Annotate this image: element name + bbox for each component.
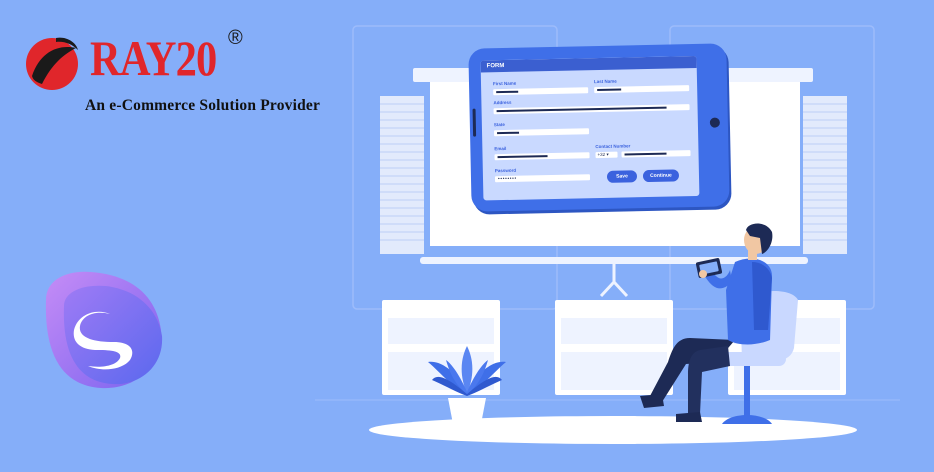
address-label: Address [493, 99, 512, 106]
window-blinds-left [380, 96, 424, 254]
tablet-device: FORM First Name Last Name Address State … [468, 43, 731, 215]
brand-logo-block: RAY20 ® An e-Commerce Solution Provider [22, 27, 320, 123]
country-code-value: +32 [597, 151, 606, 158]
last-name-field[interactable] [594, 85, 690, 94]
state-label: State [493, 121, 505, 128]
registered-mark: ® [228, 27, 243, 49]
floor [369, 416, 857, 444]
address-field[interactable] [493, 104, 690, 115]
last-name-label: Last Name [593, 78, 617, 85]
illustration-scene: RAY20 ® An e-Commerce Solution Provider [0, 0, 934, 467]
state-field[interactable] [493, 128, 590, 137]
save-button[interactable]: Save [606, 170, 638, 183]
tablet-screen: FORM First Name Last Name Address State … [480, 55, 700, 201]
contact-number-field[interactable] [621, 150, 691, 158]
password-label: Password [494, 167, 517, 174]
tablet-side-button [472, 108, 477, 137]
shopware-logo-icon [36, 270, 176, 395]
continue-button[interactable]: Continue [642, 169, 680, 183]
email-label: Email [494, 145, 507, 152]
contact-number-label: Contact Number [595, 143, 631, 150]
ray20-logo-icon [26, 37, 78, 90]
window-blinds-right [803, 96, 847, 254]
email-field[interactable] [494, 152, 590, 161]
password-field[interactable]: •••••••• [494, 174, 591, 183]
brand-tagline: An e-Commerce Solution Provider [85, 97, 321, 114]
first-name-field[interactable] [493, 87, 589, 96]
brand-name: RAY20 [90, 30, 217, 86]
first-name-label: First Name [492, 80, 517, 87]
country-code-select[interactable]: +32 ▾ [595, 151, 618, 159]
password-value: •••••••• [497, 175, 517, 183]
